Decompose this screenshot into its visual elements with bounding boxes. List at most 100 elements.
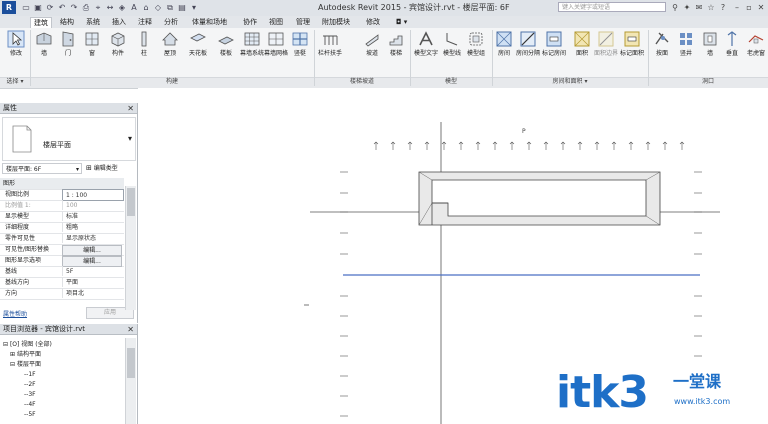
curtain-grid-button[interactable]: 幕墙网格	[264, 30, 288, 78]
tree-node-floor[interactable]: --3F	[24, 390, 36, 399]
close-icon[interactable]: ✕	[756, 2, 766, 13]
room-button[interactable]: 房间	[492, 30, 516, 78]
tab-systems[interactable]: 系统	[86, 17, 100, 28]
minimize-icon[interactable]: –	[732, 2, 742, 13]
section-icon[interactable]: ◇	[153, 3, 163, 12]
collapse-icon[interactable]: ⊟	[3, 341, 8, 348]
close-icon[interactable]: ✕	[127, 103, 134, 114]
area-button[interactable]: 面积	[570, 30, 594, 78]
curtain-system-button[interactable]: 幕墙系统	[240, 30, 264, 78]
revit-logo-icon[interactable]: R	[2, 1, 16, 14]
properties-palette: 属性 ✕ 楼层平面 ▾ 楼层平面: 6F ▾ ⊞ 编辑类型 图形 视图比例 1 :…	[0, 103, 138, 323]
qat-dropdown-icon[interactable]: ▾	[189, 3, 199, 12]
group-opening: 洞口	[701, 78, 714, 85]
stair-button[interactable]: 楼梯	[384, 30, 408, 78]
view-selector[interactable]: 楼层平面: 6F ▾	[2, 163, 82, 174]
tree-node-floor[interactable]: --1F	[24, 370, 36, 379]
tab-collaborate[interactable]: 协作	[243, 17, 257, 28]
ramp-button[interactable]: 坡道	[360, 30, 384, 78]
save-icon[interactable]: ▣	[33, 3, 43, 12]
area-boundary-button[interactable]: 面积边界	[594, 30, 618, 78]
tree-node-structural-plans[interactable]: ⊞ 结构平面	[10, 350, 41, 359]
tag-area-button[interactable]: 标记面积	[620, 30, 644, 78]
tag-room-button[interactable]: 标记房间	[542, 30, 566, 78]
collapse-icon[interactable]: ⊟	[10, 361, 15, 368]
tree-node-floor[interactable]: --2F	[24, 380, 36, 389]
watermark-brand: itk3	[556, 367, 649, 418]
properties-help-link[interactable]: 属性帮助	[3, 309, 27, 318]
tab-modify[interactable]: 修改	[366, 17, 380, 28]
tag-icon[interactable]: ◈	[117, 3, 127, 12]
subscription-icon[interactable]: ✦	[682, 2, 692, 13]
building-walls[interactable]	[418, 171, 661, 226]
floor-button[interactable]: 楼板	[214, 30, 238, 78]
redo-icon[interactable]: ↷	[69, 3, 79, 12]
sync-icon[interactable]: ⟳	[45, 3, 55, 12]
mullion-button[interactable]: 竖梃	[288, 30, 312, 78]
scroll-thumb[interactable]	[127, 348, 135, 378]
tab-addins[interactable]: 附加模块	[322, 17, 350, 28]
room-separator-button[interactable]: 房间分隔	[516, 30, 540, 78]
ceiling-button[interactable]: 天花板	[186, 30, 210, 78]
search-input[interactable]: 键入关键字或短语	[558, 2, 666, 12]
model-group-button[interactable]: 模型组	[464, 30, 488, 78]
by-face-button[interactable]: 按面	[650, 30, 674, 78]
tree-node-floor-plans[interactable]: ⊟ 楼层平面	[10, 360, 41, 369]
shaft-button[interactable]: 竖井	[674, 30, 698, 78]
tab-massing-site[interactable]: 体量和场地	[192, 17, 227, 28]
model-text-button[interactable]: 模型文字	[414, 30, 438, 78]
browser-scrollbar[interactable]	[125, 338, 136, 424]
scroll-thumb[interactable]	[127, 188, 135, 216]
switch-windows-icon[interactable]: ▤	[177, 3, 187, 12]
communication-icon[interactable]: ✉	[694, 2, 704, 13]
tab-structure[interactable]: 结构	[60, 17, 74, 28]
tree-node-floor[interactable]: --4F	[24, 400, 36, 409]
door-button[interactable]: 门	[56, 30, 80, 78]
vertical-opening-button[interactable]: 垂直	[720, 30, 744, 78]
open-icon[interactable]: ▭	[21, 3, 31, 12]
tab-manage[interactable]: 管理	[296, 17, 310, 28]
chevron-down-icon[interactable]: ▾	[128, 134, 132, 143]
3d-view-icon[interactable]: ⌂	[141, 3, 151, 12]
modify-button[interactable]: 修改	[4, 30, 28, 78]
undo-icon[interactable]: ↶	[57, 3, 67, 12]
property-row[interactable]: 方向 项目北	[0, 288, 124, 300]
properties-scrollbar[interactable]	[125, 186, 136, 310]
group-select[interactable]: 选择 ▾	[0, 77, 30, 86]
tab-analyze[interactable]: 分析	[164, 17, 178, 28]
component-button[interactable]: 构件	[106, 30, 130, 78]
wall-button[interactable]: 墙	[32, 30, 56, 78]
window-button[interactable]: 窗	[80, 30, 104, 78]
print-icon[interactable]: ⎙	[81, 3, 91, 12]
close-hidden-icon[interactable]: ⧉	[165, 3, 175, 12]
maximize-icon[interactable]: ▫	[744, 2, 754, 13]
type-selector[interactable]: 楼层平面 ▾	[2, 117, 136, 161]
roof-button[interactable]: 屋顶	[158, 30, 182, 78]
dormer-button[interactable]: 老虎窗	[744, 30, 768, 78]
railing-button[interactable]: 栏杆扶手	[318, 30, 342, 78]
wall-opening-button[interactable]: 墙	[698, 30, 722, 78]
close-icon[interactable]: ✕	[127, 324, 134, 335]
edit-type-button[interactable]: ⊞ 编辑类型	[86, 163, 134, 174]
north-marker: P	[522, 128, 526, 135]
tree-node-views[interactable]: ⊟ [O] 视图 (全部)	[3, 340, 52, 349]
tab-architecture[interactable]: 建筑	[30, 17, 52, 28]
group-divider	[314, 30, 315, 86]
cursor-icon	[7, 30, 25, 48]
tab-annotate[interactable]: 注释	[138, 17, 152, 28]
dimension-icon[interactable]: ↔	[105, 3, 115, 12]
group-room-area[interactable]: 房间和面积 ▾	[492, 77, 648, 86]
favorites-icon[interactable]: ☆	[706, 2, 716, 13]
measure-icon[interactable]: ⌖	[93, 3, 103, 12]
tab-insert[interactable]: 插入	[112, 17, 126, 28]
expand-icon[interactable]: ⊞	[10, 351, 15, 358]
text-icon[interactable]: A	[129, 3, 139, 12]
component-icon	[111, 32, 125, 47]
binoculars-icon[interactable]: ⚲	[670, 2, 680, 13]
tree-node-floor[interactable]: --5F	[24, 410, 36, 419]
column-button[interactable]: 柱	[132, 30, 156, 78]
model-line-button[interactable]: 模型线	[440, 30, 464, 78]
tab-view[interactable]: 视图	[269, 17, 283, 28]
help-icon[interactable]: ?	[718, 2, 728, 13]
ribbon-minimize-icon[interactable]: ◘ ▾	[396, 17, 407, 28]
